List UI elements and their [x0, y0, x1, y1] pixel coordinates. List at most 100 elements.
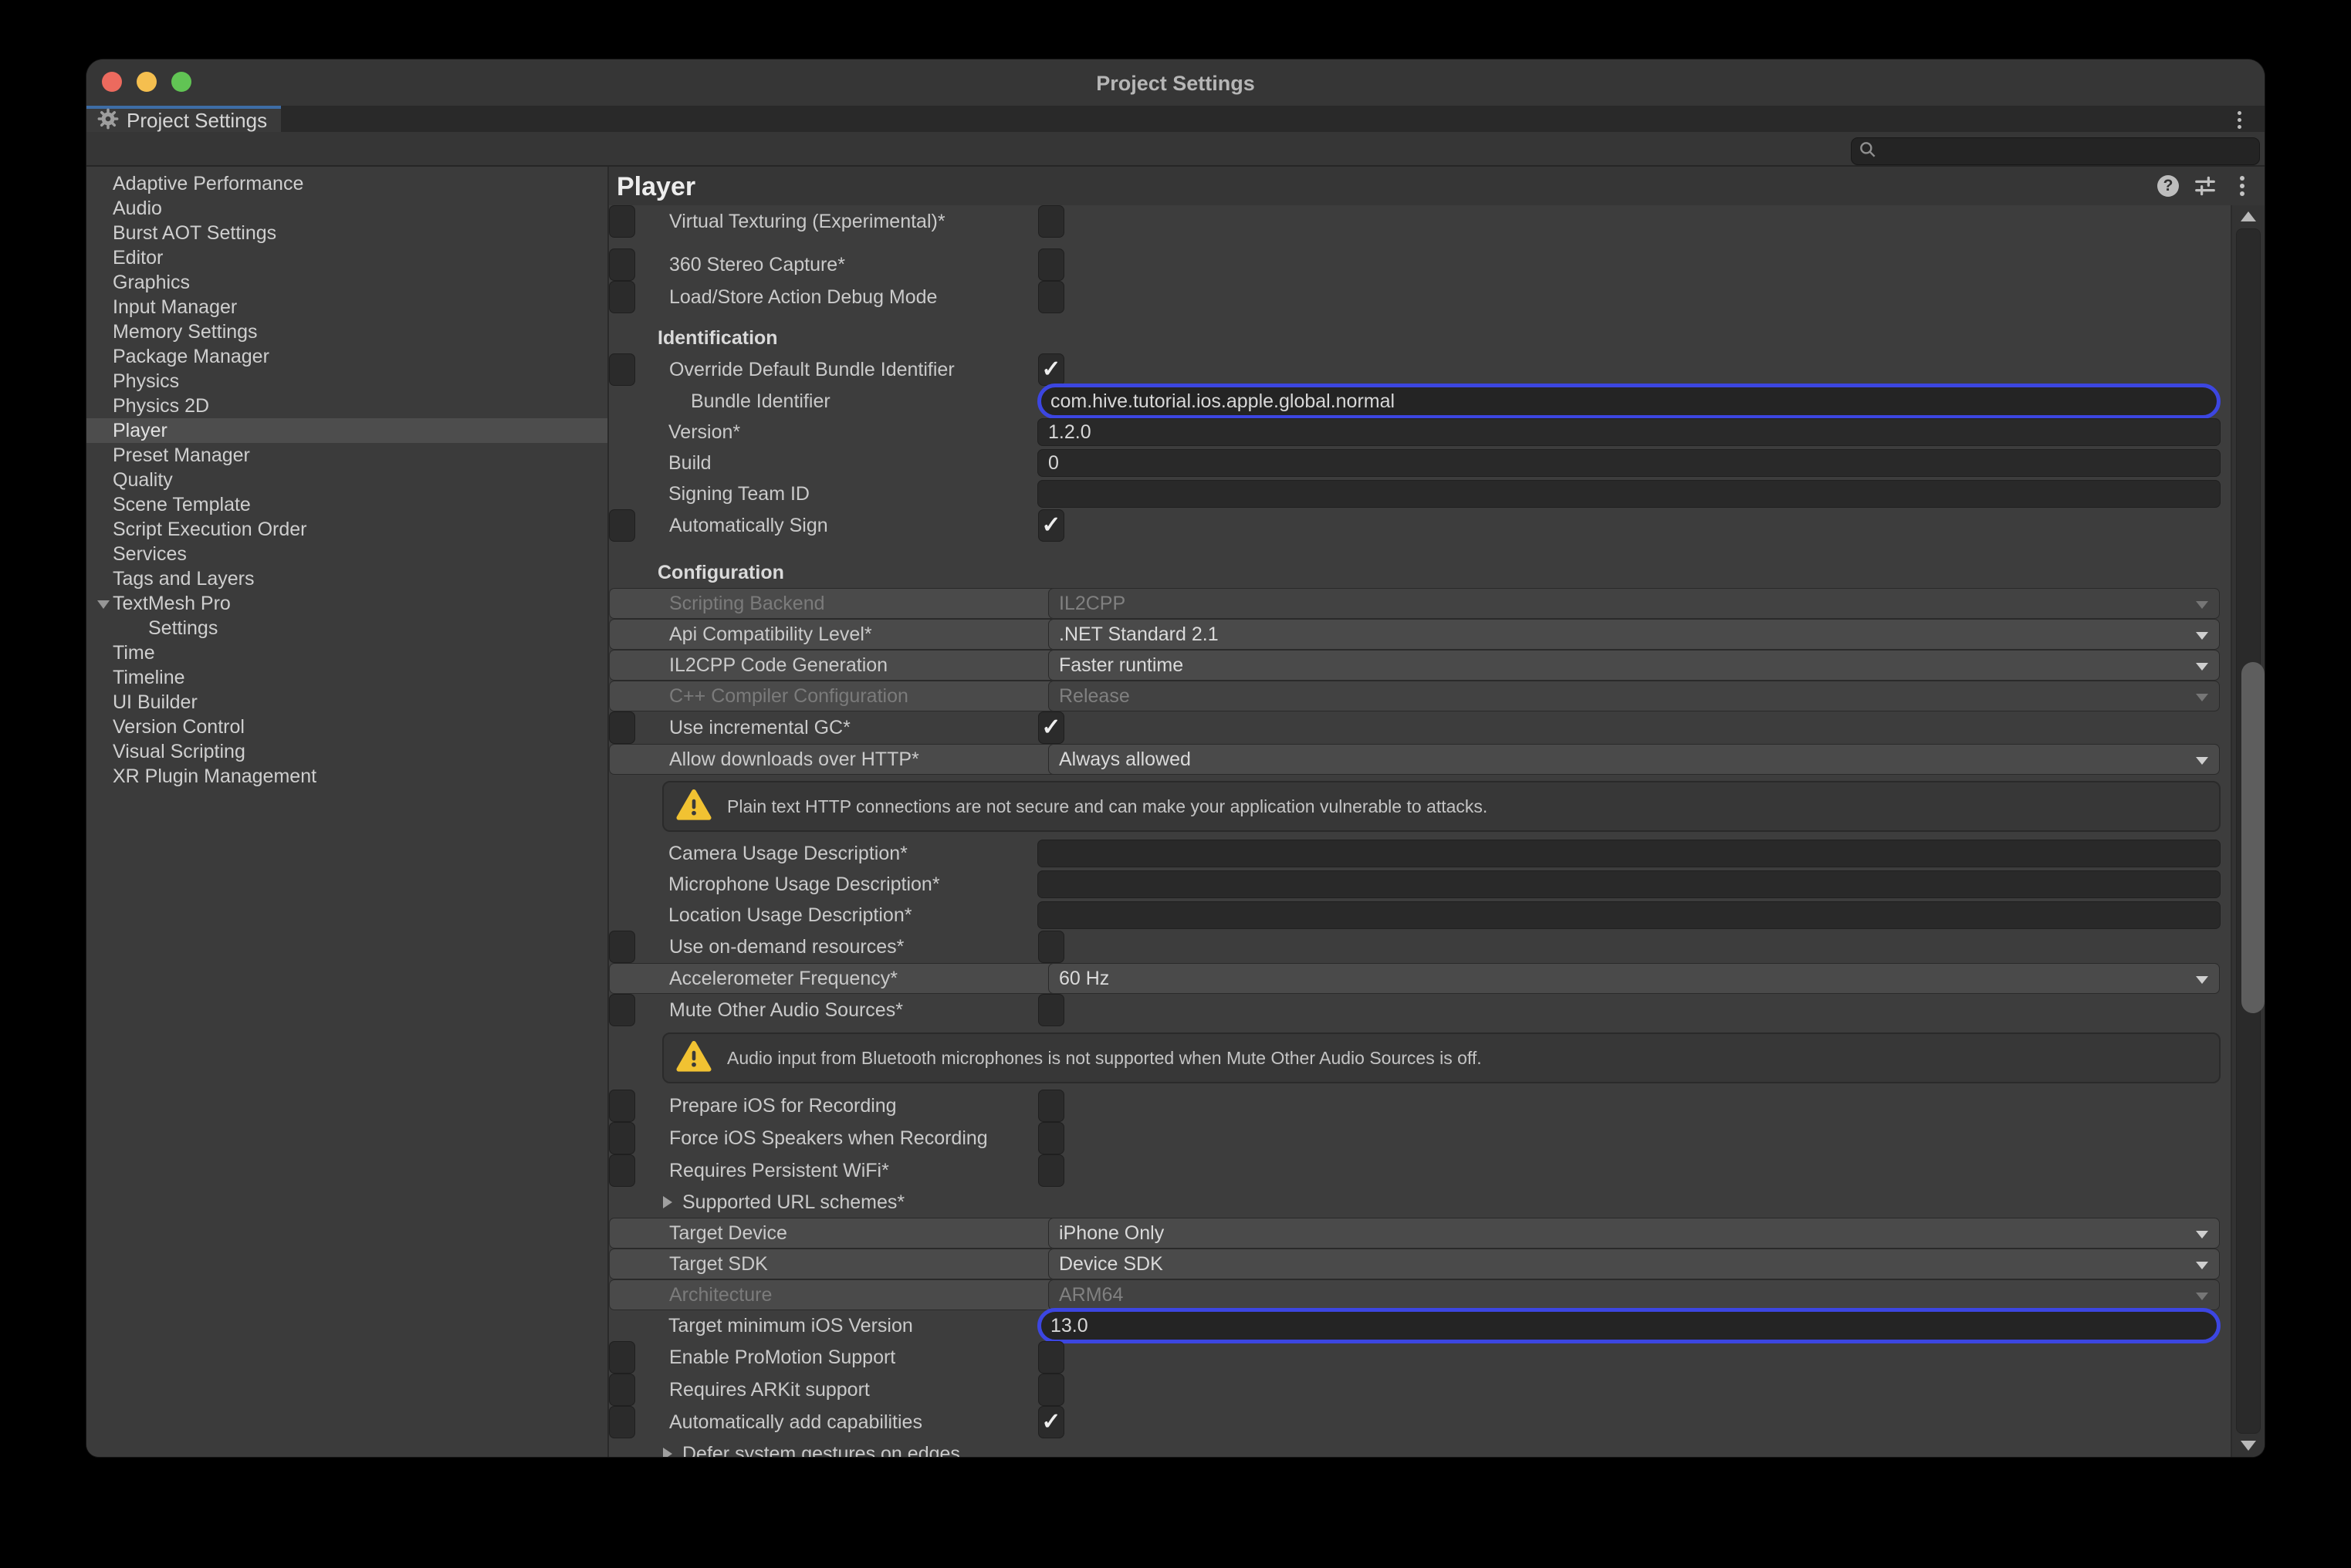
sidebar-item-player[interactable]: Player [86, 418, 607, 443]
checkbox[interactable] [1038, 1122, 1064, 1154]
sidebar-item-graphics[interactable]: Graphics [86, 270, 607, 295]
settings-row: C++ Compiler ConfigurationRelease [609, 681, 1792, 711]
sidebar-item-xr-plugin-management[interactable]: XR Plugin Management [86, 764, 607, 789]
sidebar-item-time[interactable]: Time [86, 640, 607, 665]
sidebar-item-quality[interactable]: Quality [86, 468, 607, 492]
settings-row: Target minimum iOS Version13.0 [609, 1310, 2231, 1341]
sidebar-item-package-manager[interactable]: Package Manager [86, 344, 607, 369]
checkmark-icon: ✓ [1041, 358, 1060, 381]
checkbox[interactable]: ✓ [1038, 509, 1064, 542]
sidebar-item-label: Input Manager [113, 296, 237, 318]
sidebar-item-memory-settings[interactable]: Memory Settings [86, 319, 607, 344]
warning-icon [664, 789, 712, 825]
sidebar-item-tags-and-layers[interactable]: Tags and Layers [86, 566, 607, 591]
text-field[interactable]: 0 [1037, 449, 2221, 477]
text-field[interactable]: com.hive.tutorial.ios.apple.global.norma… [1037, 384, 2221, 419]
sidebar-item-textmesh-pro[interactable]: TextMesh Pro [86, 591, 607, 616]
checkbox[interactable]: ✓ [1038, 353, 1064, 386]
sidebar-item-label: Version Control [113, 716, 245, 738]
titlebar[interactable]: Project Settings [86, 59, 2265, 106]
checkmark-icon: ✓ [1041, 716, 1060, 739]
foldout-label[interactable]: Supported URL schemes* [682, 1187, 905, 1218]
foldout-collapsed-icon[interactable] [663, 1196, 672, 1208]
settings-row: Identification [609, 323, 2231, 353]
checkbox[interactable] [1038, 1090, 1064, 1122]
settings-row: Allow downloads over HTTP*Always allowed [609, 744, 1792, 775]
dropdown[interactable]: .NET Standard 2.1 [1048, 619, 2220, 650]
sidebar-item-services[interactable]: Services [86, 542, 607, 566]
sidebar-item-audio[interactable]: Audio [86, 196, 607, 221]
chevron-down-icon [2196, 1262, 2208, 1269]
text-field[interactable] [1037, 901, 2221, 929]
presets-icon[interactable] [2192, 173, 2218, 199]
chevron-down-icon [2196, 976, 2208, 984]
checkbox[interactable] [1038, 248, 1064, 281]
warning-text: Audio input from Bluetooth microphones i… [727, 1048, 1482, 1069]
scroll-down-icon[interactable] [2241, 1441, 2256, 1451]
sidebar-item-label: Package Manager [113, 346, 269, 367]
checkbox[interactable] [1038, 1374, 1064, 1406]
sidebar-item-physics-2d[interactable]: Physics 2D [86, 394, 607, 418]
sidebar-item-ui-builder[interactable]: UI Builder [86, 690, 607, 715]
text-field[interactable] [1037, 480, 2221, 508]
scrollbar-thumb[interactable] [2241, 662, 2265, 1013]
tab-label: Project Settings [127, 109, 267, 133]
foldout-label[interactable]: Defer system gestures on edges [682, 1438, 960, 1457]
more-menu-icon[interactable] [2229, 110, 2249, 130]
checkbox[interactable] [1038, 1154, 1064, 1187]
toolbar [86, 132, 2265, 167]
text-field[interactable] [1037, 870, 2221, 898]
sidebar-item-label: Physics [113, 370, 179, 392]
settings-row: IL2CPP Code GenerationFaster runtime [609, 650, 1792, 681]
sidebar-item-editor[interactable]: Editor [86, 245, 607, 270]
checkbox[interactable] [1038, 281, 1064, 313]
checkbox[interactable]: ✓ [1038, 711, 1064, 744]
sidebar-item-input-manager[interactable]: Input Manager [86, 295, 607, 319]
checkbox[interactable] [1038, 1341, 1064, 1374]
settings-row: Plain text HTTP connections are not secu… [609, 781, 2231, 832]
tab-project-settings[interactable]: Project Settings [86, 106, 281, 132]
tab-strip: Project Settings [86, 106, 2265, 132]
text-field[interactable] [1037, 840, 2221, 867]
dropdown[interactable]: 60 Hz [1048, 963, 2220, 994]
foldout-expanded-icon[interactable] [97, 600, 110, 609]
checkbox[interactable] [1038, 994, 1064, 1026]
field-label: Use on-demand resources* [669, 931, 904, 962]
dropdown[interactable]: iPhone Only [1048, 1218, 2220, 1249]
sidebar-item-adaptive-performance[interactable]: Adaptive Performance [86, 171, 607, 196]
sidebar-item-scene-template[interactable]: Scene Template [86, 492, 607, 517]
foldout-collapsed-icon[interactable] [663, 1448, 672, 1457]
help-icon[interactable]: ? [2155, 173, 2181, 199]
field-label: Version* [668, 417, 740, 448]
sidebar-item-timeline[interactable]: Timeline [86, 665, 607, 690]
sidebar-item-settings[interactable]: Settings [86, 616, 607, 640]
page-title: Player [617, 167, 695, 205]
sidebar-item-preset-manager[interactable]: Preset Manager [86, 443, 607, 468]
sidebar-item-label: TextMesh Pro [113, 593, 231, 614]
sidebar-item-version-control[interactable]: Version Control [86, 715, 607, 739]
dropdown[interactable]: Faster runtime [1048, 650, 2220, 681]
settings-row: Location Usage Description* [609, 900, 2231, 931]
settings-row: Requires ARKit support [609, 1374, 635, 1406]
sidebar-item-script-execution-order[interactable]: Script Execution Order [86, 517, 607, 542]
settings-panel: Virtual Texturing (Experimental)*360 Ste… [609, 205, 2231, 1457]
text-field[interactable]: 13.0 [1037, 1308, 2221, 1343]
sidebar-item-burst-aot-settings[interactable]: Burst AOT Settings [86, 221, 607, 245]
sidebar-item-physics[interactable]: Physics [86, 369, 607, 394]
checkmark-icon: ✓ [1041, 514, 1060, 537]
search-input[interactable] [1851, 137, 2260, 165]
settings-rows: Virtual Texturing (Experimental)*360 Ste… [609, 205, 2231, 1457]
dropdown[interactable]: Always allowed [1048, 744, 2220, 775]
text-field[interactable]: 1.2.0 [1037, 418, 2221, 446]
checkbox[interactable] [1038, 931, 1064, 963]
checkbox[interactable]: ✓ [1038, 1406, 1064, 1438]
more-menu-icon[interactable] [2229, 173, 2255, 199]
scrollbar-track[interactable] [2236, 228, 2261, 1434]
scroll-up-icon[interactable] [2241, 211, 2256, 221]
checkbox[interactable] [1038, 205, 1064, 238]
settings-row: Build0 [609, 448, 2231, 478]
sidebar-item-visual-scripting[interactable]: Visual Scripting [86, 739, 607, 764]
field-label: Automatically add capabilities [669, 1407, 922, 1438]
sidebar-item-label: Time [113, 642, 155, 664]
dropdown[interactable]: Device SDK [1048, 1249, 2220, 1279]
